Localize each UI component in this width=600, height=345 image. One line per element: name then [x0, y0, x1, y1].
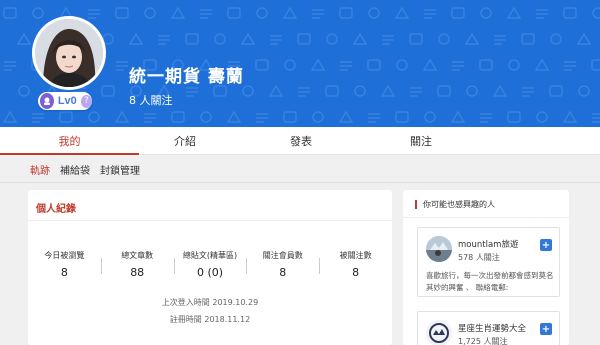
divider — [28, 220, 392, 221]
stat-label: 被關注數 — [339, 251, 372, 260]
subtab-supply-bag[interactable]: 補給袋 — [60, 162, 90, 177]
follow-count[interactable]: 8 人關注 — [129, 92, 173, 108]
subtab-block-management[interactable]: 封鎖管理 — [100, 162, 140, 177]
personal-record-card: 個人紀錄 今日被瀏覽 8 總文章數 88 總貼文(精華區) 0 (0) 關注會員… — [28, 190, 392, 345]
profile-tabs: 我的 介紹 發表 關注 — [0, 127, 600, 155]
stat-label: 關注會員數 — [262, 251, 303, 260]
avatar-photo — [35, 19, 103, 87]
follow-button[interactable]: + — [540, 323, 552, 335]
stat-value: 8 — [279, 266, 287, 279]
profile-banner: Lv0 ? 統一期貨 壽蘭 8 人關注 — [0, 0, 600, 127]
card-title: 個人紀錄 — [36, 204, 76, 215]
avatar[interactable] — [32, 16, 106, 90]
registered-time: 註冊時間 2018.11.12 — [169, 315, 251, 324]
stat-value: 0 (0) — [196, 266, 224, 279]
follow-button[interactable]: + — [540, 239, 552, 251]
tab-following[interactable]: 關注 — [371, 127, 471, 154]
avatar-photo — [426, 236, 452, 262]
avatar-photo — [426, 320, 452, 345]
suggested-people-panel: 你可能也感興趣的人 mountlam旅遊 578 人關注 + 喜歡旅行，每一次出… — [403, 190, 569, 345]
suggested-user-card[interactable]: 星座生肖運勢大全 1,725 人關注 + — [417, 311, 560, 345]
user-name[interactable]: 星座生肖運勢大全 — [458, 322, 526, 334]
divider — [0, 182, 600, 183]
panel-title: 你可能也感興趣的人 — [415, 200, 495, 209]
stat-label: 總貼文(精華區) — [182, 251, 238, 260]
stat-value: 8 — [60, 266, 68, 279]
user-description: 喜歡旅行，每一次出發前都會感到莫名其妙的興奮 、 聯絡電郵: — [426, 271, 554, 292]
stat-label: 總文章數 — [121, 251, 154, 260]
user-avatar[interactable] — [426, 236, 452, 262]
stat-following-members: 關注會員數 8 — [246, 250, 319, 279]
level-icon — [40, 93, 54, 109]
sub-tabs: 軌跡 補給袋 封鎖管理 — [0, 156, 600, 182]
tab-posts[interactable]: 發表 — [231, 127, 371, 154]
user-followers: 1,725 人關注 — [458, 337, 508, 345]
divider — [403, 217, 569, 218]
stat-today-views: 今日被瀏覽 8 — [28, 250, 101, 279]
stat-label: 今日被瀏覽 — [44, 251, 85, 260]
level-badge[interactable]: Lv0 ? — [38, 92, 92, 110]
help-icon[interactable]: ? — [80, 94, 92, 108]
suggested-user-card[interactable]: mountlam旅遊 578 人關注 + 喜歡旅行，每一次出發前都會感到莫名其妙… — [417, 227, 560, 297]
stat-value: 88 — [130, 266, 145, 279]
user-followers: 578 人關注 — [458, 253, 500, 262]
stats-row: 今日被瀏覽 8 總文章數 88 總貼文(精華區) 0 (0) 關注會員數 8 被… — [28, 250, 392, 279]
stat-total-posts: 總貼文(精華區) 0 (0) — [173, 250, 247, 279]
stat-total-articles: 總文章數 88 — [100, 250, 174, 279]
user-avatar[interactable] — [426, 320, 452, 345]
stat-value: 8 — [352, 266, 360, 279]
user-name[interactable]: mountlam旅遊 — [458, 238, 518, 250]
stat-followers: 被關注數 8 — [319, 250, 392, 279]
tab-intro[interactable]: 介紹 — [139, 127, 231, 154]
level-label: Lv0 — [57, 95, 77, 107]
subtab-track[interactable]: 軌跡 — [30, 162, 50, 177]
tab-mine[interactable]: 我的 — [0, 127, 139, 155]
last-login-time: 上次登入時間 2019.10.29 — [161, 298, 259, 307]
profile-name: 統一期貨 壽蘭 — [129, 67, 244, 87]
